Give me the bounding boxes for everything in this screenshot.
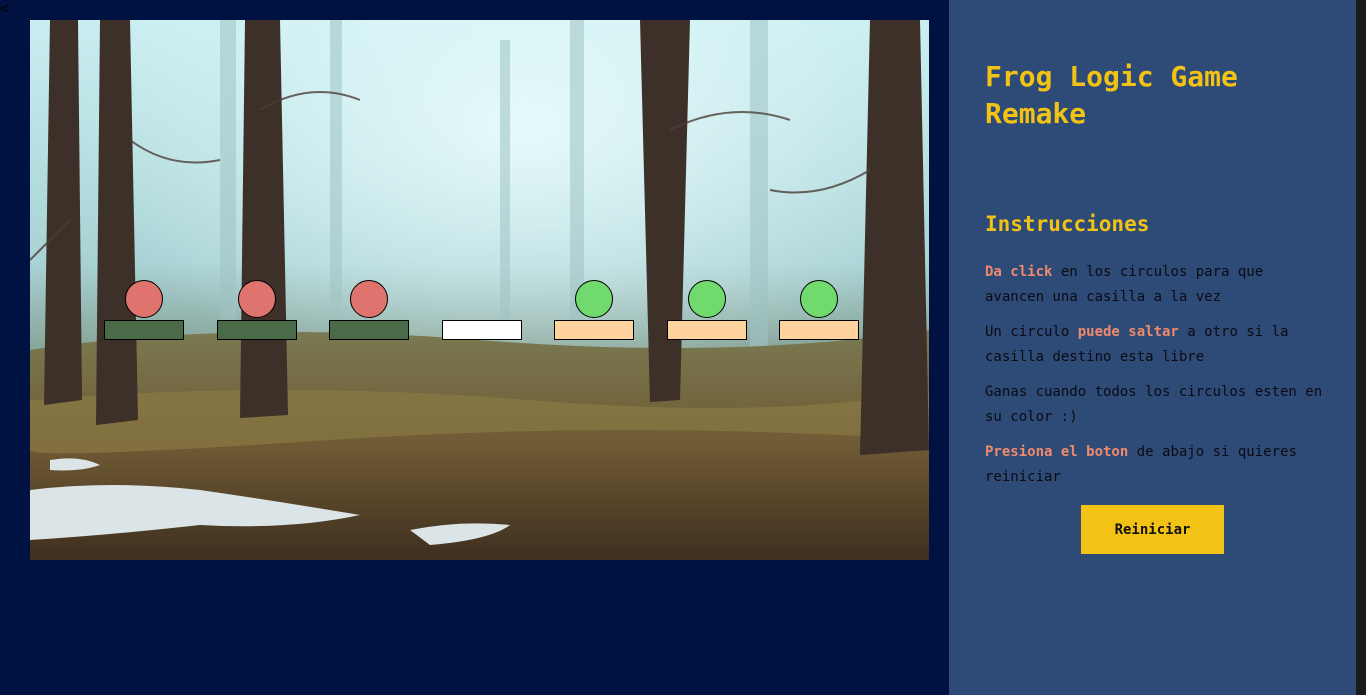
instruction-2-bold: puede saltar — [1077, 324, 1179, 340]
instruction-4: Presiona el boton de abajo si quieres re… — [985, 440, 1325, 490]
instruction-2: Un circulo puede saltar a otro si la cas… — [985, 320, 1325, 370]
tile-2 — [216, 320, 297, 340]
instruction-3: Ganas cuando todos los circulos esten en… — [985, 380, 1325, 430]
instruction-1: Da click en los circulos para que avance… — [985, 260, 1325, 310]
page-title: Frog Logic Game Remake — [985, 60, 1238, 130]
forest-background — [30, 20, 929, 560]
tile-7 — [779, 320, 859, 340]
tile-6 — [666, 320, 747, 340]
green-circle-7[interactable] — [800, 280, 838, 318]
scrollbar[interactable] — [1356, 0, 1366, 695]
instruction-4-bold: Presiona el boton — [985, 444, 1129, 460]
red-circle-1[interactable] — [125, 280, 163, 318]
green-circle-5[interactable] — [575, 280, 613, 318]
game-board — [30, 20, 929, 560]
instructions-heading: Instrucciones — [985, 212, 1150, 236]
tile-5 — [554, 320, 634, 340]
tile-4 — [441, 320, 522, 340]
green-circle-6[interactable] — [687, 280, 726, 318]
red-circle-2[interactable] — [237, 280, 276, 318]
back-arrow-icon[interactable]: < — [0, 2, 10, 16]
info-panel: Frog Logic Game Remake Instrucciones Da … — [949, 0, 1356, 695]
red-circle-3[interactable] — [350, 280, 388, 318]
instruction-2-prefix: Un circulo — [985, 324, 1078, 340]
tile-3 — [329, 320, 409, 340]
instruction-1-bold: Da click — [985, 264, 1053, 280]
restart-button[interactable]: Reiniciar — [1081, 505, 1224, 554]
instruction-3-text: Ganas cuando todos los circulos esten en… — [985, 384, 1323, 425]
tile-1 — [104, 320, 184, 340]
